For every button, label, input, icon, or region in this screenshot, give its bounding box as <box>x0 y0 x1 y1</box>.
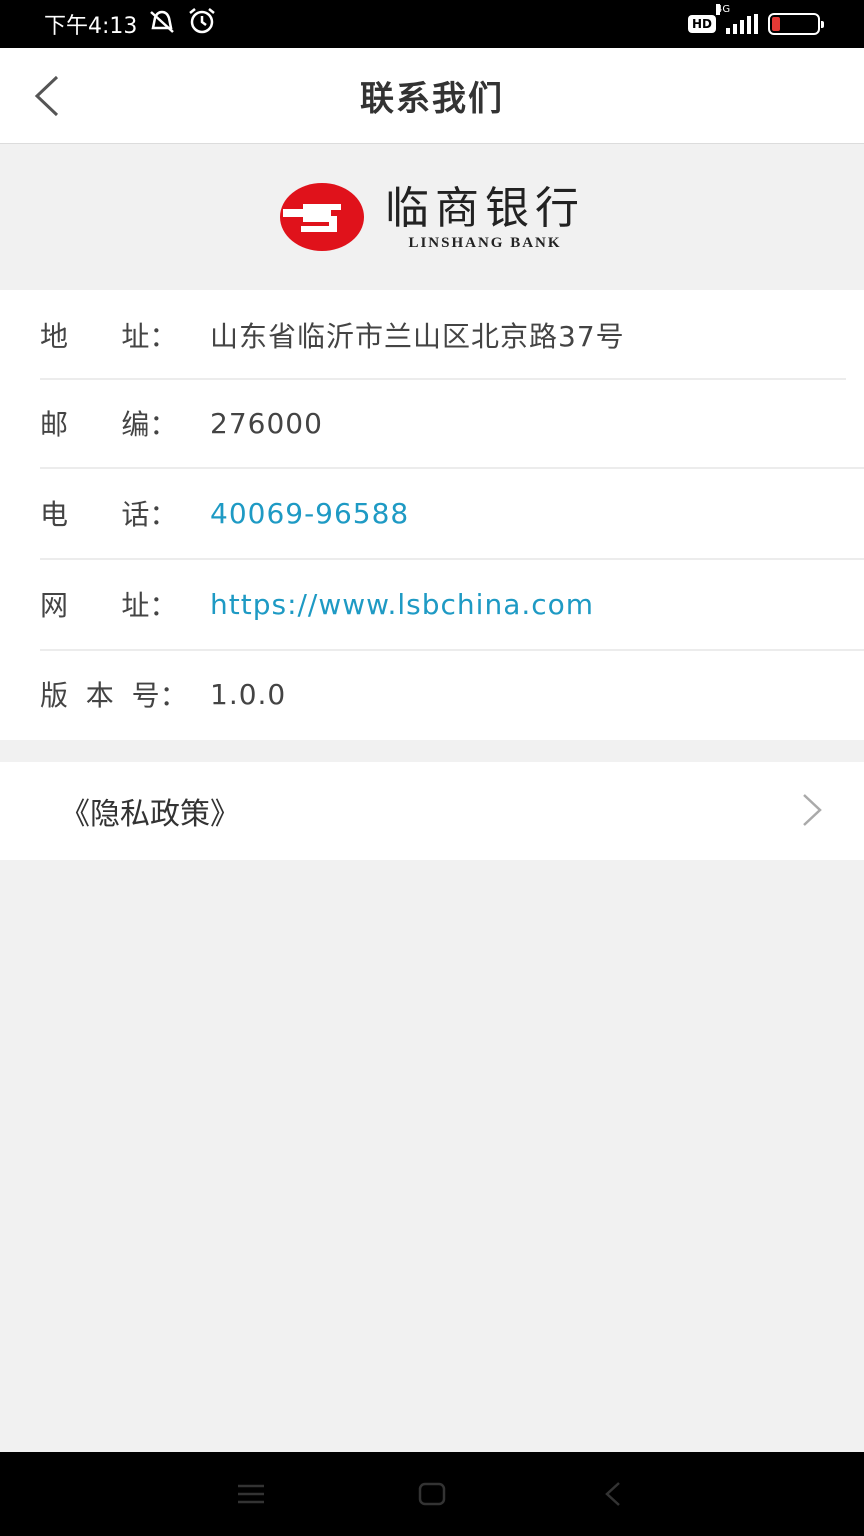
phone-row: 电 话： 40069-96588 <box>0 468 864 558</box>
back-key[interactable] <box>583 1474 643 1514</box>
version-row: 版 本 号： 1.0.0 <box>0 649 864 739</box>
battery-icon <box>768 13 824 35</box>
menu-icon <box>237 1484 264 1504</box>
chevron-right-icon <box>803 794 822 826</box>
status-time: 下午4:13 <box>44 14 138 39</box>
address-label: 地 址： <box>40 320 178 353</box>
status-left: 下午4:13 <box>44 7 217 41</box>
address-value: 山东省临沂市兰山区北京路37号 <box>210 320 625 353</box>
address-row: 地 址： 山东省临沂市兰山区北京路37号 <box>0 290 864 380</box>
bank-logo-icon <box>280 183 364 251</box>
menu-key[interactable] <box>221 1474 281 1514</box>
signal-icon: 4G <box>716 4 758 34</box>
postcode-row: 邮 编： 276000 <box>0 378 864 468</box>
website-link[interactable]: https://www.lsbchina.com <box>210 588 594 621</box>
page-title: 联系我们 <box>360 79 504 119</box>
home-icon <box>418 1482 446 1506</box>
nav-bar: 联系我们 <box>0 48 864 144</box>
network-type: 4G <box>716 4 731 15</box>
system-nav-bar <box>0 1452 864 1536</box>
postcode-label: 邮 编： <box>40 408 178 441</box>
contact-info-card: 地 址： 山东省临沂市兰山区北京路37号 邮 编： 276000 电 话： 40… <box>0 290 864 740</box>
version-value: 1.0.0 <box>210 677 287 711</box>
battery-level <box>772 17 780 31</box>
bank-name-cn: 临商银行 <box>385 182 585 234</box>
website-row: 网 址： https://www.lsbchina.com <box>0 559 864 649</box>
version-label: 版 本 号： <box>40 679 188 712</box>
bank-logo-text: 临商银行 LINSHANG BANK <box>385 183 585 252</box>
privacy-policy-row[interactable]: 《隐私政策》 <box>0 762 864 860</box>
back-button[interactable] <box>22 72 70 120</box>
hd-badge: HD <box>687 15 716 33</box>
status-right: HD 4G <box>687 4 824 35</box>
alarm-icon <box>187 7 217 41</box>
bank-name-en: LINSHANG BANK <box>408 234 562 251</box>
privacy-policy-label: 《隐私政策》 <box>60 797 240 832</box>
chevron-left-icon <box>34 75 59 117</box>
notifications-off-icon <box>147 8 177 40</box>
back-triangle-icon <box>605 1482 621 1506</box>
postcode-value: 276000 <box>210 406 323 440</box>
status-bar: 下午4:13 HD 4G <box>0 0 864 48</box>
home-key[interactable] <box>402 1474 462 1514</box>
phone-label: 电 话： <box>40 498 178 531</box>
bank-logo: 临商银行 LINSHANG BANK <box>0 144 864 290</box>
phone-link[interactable]: 40069-96588 <box>210 497 409 530</box>
website-label: 网 址： <box>40 589 178 622</box>
